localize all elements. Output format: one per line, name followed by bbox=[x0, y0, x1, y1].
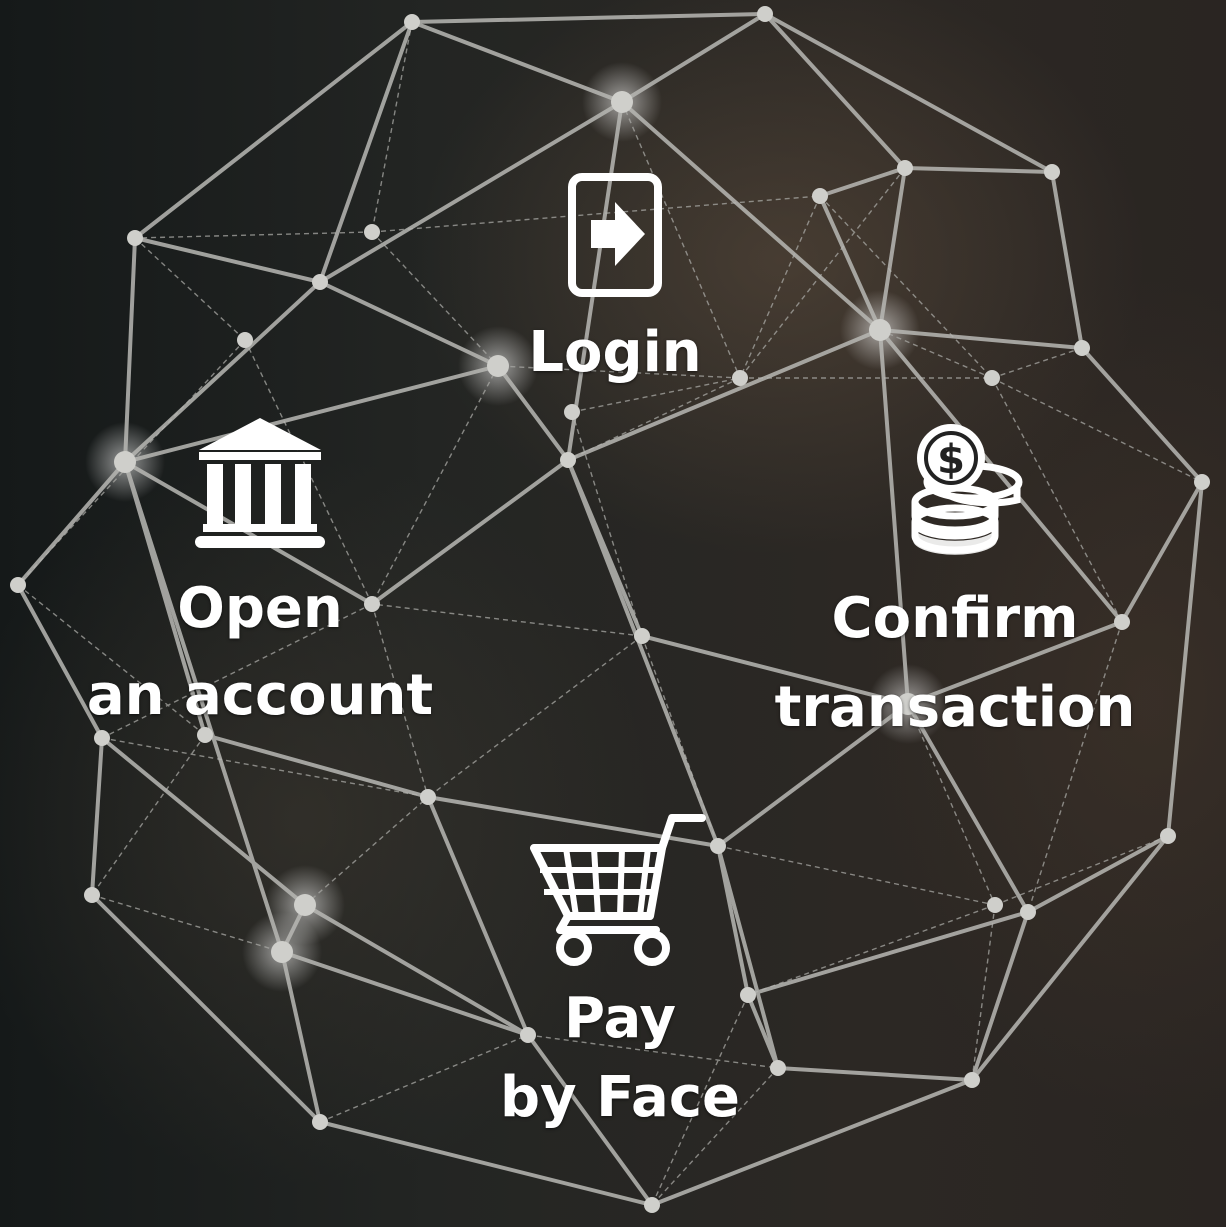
mesh-node bbox=[564, 404, 580, 420]
pay-by-face-line1: Pay bbox=[563, 986, 677, 1051]
confirm-transaction-line2: transaction bbox=[774, 675, 1136, 741]
mesh-node bbox=[237, 332, 253, 348]
open-account-line1: Open bbox=[177, 576, 343, 641]
mesh-node bbox=[10, 577, 26, 593]
mesh-dashed-line bbox=[91, 734, 206, 896]
mesh-node bbox=[1194, 474, 1210, 490]
mesh-node bbox=[987, 897, 1003, 913]
coins-icon: $ bbox=[911, 424, 1023, 555]
mesh-line bbox=[410, 20, 624, 104]
mesh-node bbox=[127, 230, 143, 246]
mesh-dashed-line bbox=[101, 737, 429, 798]
mesh-node bbox=[364, 224, 380, 240]
mesh-node bbox=[312, 1114, 328, 1130]
mesh-node bbox=[404, 14, 420, 30]
mesh-node bbox=[94, 730, 110, 746]
mesh-line bbox=[133, 236, 322, 284]
mesh-node bbox=[964, 1072, 980, 1088]
mesh-line bbox=[566, 458, 720, 848]
pay-by-face-feature[interactable]: Pay by Face bbox=[450, 812, 790, 1126]
mesh-node bbox=[560, 452, 576, 468]
login-label: Login bbox=[528, 320, 702, 385]
mesh-node bbox=[420, 789, 436, 805]
svg-text:$: $ bbox=[937, 437, 965, 483]
confirm-transaction-feature[interactable]: $ Confirm transaction bbox=[740, 422, 1170, 736]
mesh-node bbox=[644, 1197, 660, 1213]
mesh-node bbox=[869, 319, 891, 341]
mesh-dashed-line bbox=[134, 237, 246, 341]
mesh-node bbox=[1020, 904, 1036, 920]
mesh-line bbox=[410, 12, 767, 24]
mesh-node bbox=[271, 941, 293, 963]
mesh-node bbox=[84, 887, 100, 903]
mesh-line bbox=[100, 736, 307, 907]
mesh-line bbox=[903, 166, 1054, 174]
mesh-line bbox=[763, 12, 907, 170]
mesh-node bbox=[611, 91, 633, 113]
login-icon bbox=[568, 173, 662, 297]
login-feature[interactable]: Login bbox=[460, 172, 770, 381]
mesh-node bbox=[757, 6, 773, 22]
mesh-node bbox=[634, 628, 650, 644]
pay-by-face-line2: by Face bbox=[499, 1065, 741, 1131]
mesh-line bbox=[763, 12, 1054, 174]
mesh-line bbox=[970, 910, 1030, 1082]
mesh-node bbox=[897, 160, 913, 176]
mesh-node bbox=[197, 727, 213, 743]
mesh-node bbox=[1044, 164, 1060, 180]
confirm-transaction-line1: Confirm bbox=[831, 586, 1079, 651]
mesh-dashed-line bbox=[991, 347, 1083, 379]
mesh-node bbox=[1074, 340, 1090, 356]
mesh-line bbox=[203, 733, 430, 799]
mesh-line bbox=[620, 12, 767, 104]
shopping-cart-icon bbox=[530, 814, 706, 966]
mesh-line bbox=[746, 910, 1030, 997]
mesh-line bbox=[970, 834, 1170, 1082]
mesh-node bbox=[984, 370, 1000, 386]
bank-icon bbox=[195, 418, 325, 548]
mesh-node bbox=[812, 188, 828, 204]
mesh-line bbox=[818, 166, 907, 198]
mesh-dashed-line bbox=[371, 21, 413, 233]
mesh-line bbox=[133, 20, 414, 240]
open-account-feature[interactable]: Open an account bbox=[40, 418, 480, 724]
mesh-line bbox=[318, 20, 414, 284]
open-account-line2: an account bbox=[86, 663, 434, 729]
mesh-node bbox=[294, 894, 316, 916]
mesh-node bbox=[312, 274, 328, 290]
mesh-line bbox=[90, 736, 104, 897]
hero-graphic: Login Open an account $ Confirm transact… bbox=[0, 0, 1226, 1227]
mesh-line bbox=[1050, 170, 1084, 350]
mesh-node bbox=[1160, 828, 1176, 844]
mesh-line bbox=[776, 1066, 974, 1082]
